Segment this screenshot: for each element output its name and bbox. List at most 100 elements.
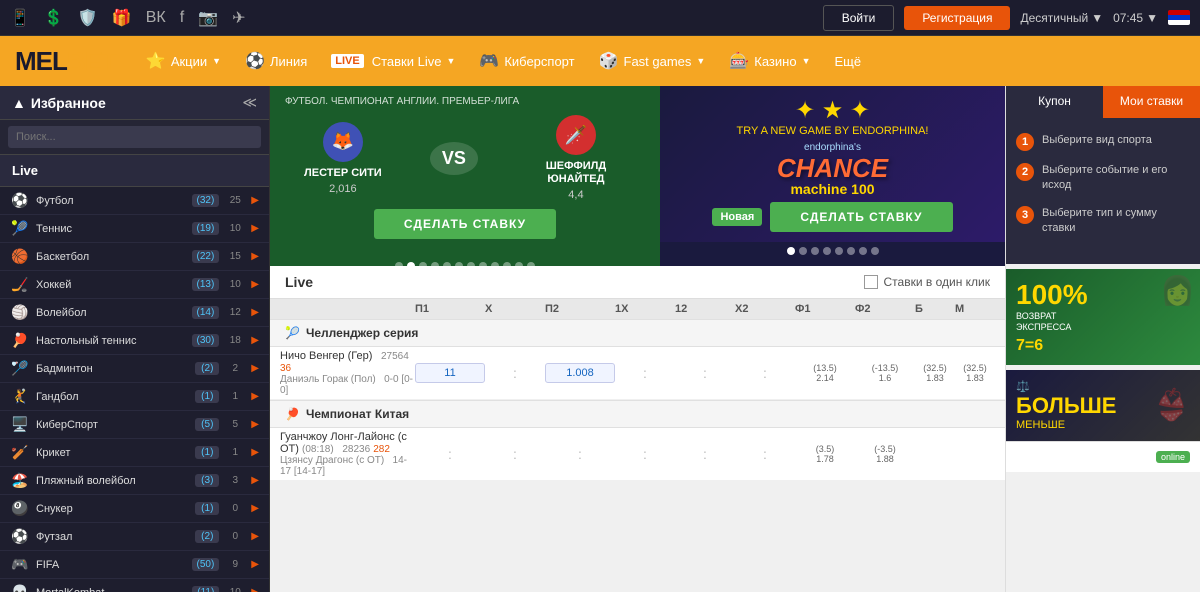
casino-dot-7[interactable] [859, 247, 867, 255]
nav-fastgames[interactable]: 🎲 Fast games ▼ [589, 45, 716, 77]
sidebar-title: ▲ Избранное [12, 95, 106, 111]
casino-dot-8[interactable] [871, 247, 879, 255]
dot-3[interactable] [419, 262, 427, 266]
sidebar-sport-item[interactable]: 🎾 Теннис (19) 10 ▶ [0, 215, 269, 243]
one-click-checkbox[interactable] [864, 275, 878, 289]
facebook-icon[interactable]: f [180, 9, 184, 27]
casino-brand: endorphina's [670, 142, 995, 153]
casino-bet-button[interactable]: СДЕЛАТЬ СТАВКУ [770, 202, 952, 232]
collapse-icon[interactable]: ≪ [242, 94, 257, 111]
telegram-icon[interactable]: ✈ [232, 8, 245, 28]
tab-my-bets[interactable]: Мои ставки [1103, 86, 1200, 118]
sidebar-sport-item[interactable]: 🤾 Гандбол (1) 1 ▶ [0, 383, 269, 411]
play-icon[interactable]: ▶ [251, 475, 259, 486]
casino-dot-6[interactable] [847, 247, 855, 255]
casino-dot-2[interactable] [799, 247, 807, 255]
sidebar-sport-item[interactable]: 🎱 Снукер (1) 0 ▶ [0, 495, 269, 523]
odd-m[interactable]: (32.5)1.83 [955, 363, 995, 383]
search-input[interactable] [8, 126, 261, 148]
sidebar-sport-item[interactable]: 🏐 Волейбол (14) 12 ▶ [0, 299, 269, 327]
login-button[interactable]: Войти [823, 5, 895, 31]
odd-f2[interactable]: (-13.5)1.6 [855, 363, 915, 383]
sidebar-sport-item[interactable]: 🏀 Баскетбол (22) 15 ▶ [0, 243, 269, 271]
play-icon[interactable]: ▶ [251, 531, 259, 542]
casino-dot-1[interactable] [787, 247, 795, 255]
promo-banner-express[interactable]: 100% ВОЗВРАТ ЭКСПРЕССА 7=6 👩 [1006, 269, 1200, 365]
dot-7[interactable] [467, 262, 475, 266]
play-icon[interactable]: ▶ [251, 391, 259, 402]
dot-8[interactable] [479, 262, 487, 266]
odd-p2[interactable]: 1.008 [545, 363, 615, 383]
play-icon[interactable]: ▶ [251, 251, 259, 262]
table-row: Ничо Венгер (Гер) 27564 36 Даниэль Горак… [270, 347, 1005, 400]
step-number-1: 1 [1016, 133, 1034, 151]
odd-p2-china: : [545, 446, 615, 462]
play-icon[interactable]: ▶ [251, 279, 259, 290]
sport-count: (2) [195, 530, 219, 543]
tab-coupon[interactable]: Купон [1006, 86, 1103, 118]
sidebar-sport-item[interactable]: 🏏 Крикет (1) 1 ▶ [0, 439, 269, 467]
dot-11[interactable] [515, 262, 523, 266]
sidebar-sport-item[interactable]: 🖥️ КиберСпорт (5) 5 ▶ [0, 411, 269, 439]
play-icon[interactable]: ▶ [251, 335, 259, 346]
dot-5[interactable] [443, 262, 451, 266]
dot-6[interactable] [455, 262, 463, 266]
play-icon[interactable]: ▶ [251, 363, 259, 374]
odd-f1-china[interactable]: (3.5)1.78 [795, 444, 855, 464]
play-icon[interactable]: ▶ [251, 503, 259, 514]
nav-more[interactable]: Ещё [824, 48, 871, 75]
promo-banner-more-less[interactable]: ⚖️ БОЛЬШЕ МЕНЬШЕ 👙 [1006, 370, 1200, 441]
one-click-toggle[interactable]: Ставки в один клик [864, 275, 991, 289]
play-icon[interactable]: ▶ [251, 307, 259, 318]
sport-count: (50) [192, 558, 220, 571]
nav-live[interactable]: LIVE Ставки Live ▼ [321, 48, 465, 75]
instagram-icon[interactable]: 📷 [198, 8, 218, 28]
vk-icon[interactable]: ВК [146, 9, 166, 27]
sidebar-sport-item[interactable]: 🏒 Хоккей (13) 10 ▶ [0, 271, 269, 299]
ask-question-bar[interactable]: ЗАДАТЬ ВОПРОС online [1006, 441, 1200, 472]
play-icon[interactable]: ▶ [251, 447, 259, 458]
dot-9[interactable] [491, 262, 499, 266]
sport-num: 25 [225, 195, 245, 206]
dollar-icon[interactable]: 💲 [44, 8, 64, 28]
casino-dot-5[interactable] [835, 247, 843, 255]
casino-dot-3[interactable] [811, 247, 819, 255]
odd-f1[interactable]: (13.5)2.14 [795, 363, 855, 383]
banner-bet-button[interactable]: СДЕЛАТЬ СТАВКУ [374, 209, 556, 239]
site-logo[interactable]: MELBET [15, 46, 116, 77]
odd-b[interactable]: (32.5)1.83 [915, 363, 955, 383]
online-badge: online [1156, 451, 1190, 463]
odd-1x-china: : [615, 446, 675, 462]
sidebar-sport-item[interactable]: 🏖️ Пляжный волейбол (3) 3 ▶ [0, 467, 269, 495]
mobile-icon[interactable]: 📱 [10, 8, 30, 28]
nav-esports[interactable]: 🎮 Киберспорт [469, 45, 584, 77]
nav-casino[interactable]: 🎰 Казино ▼ [719, 45, 820, 77]
play-icon[interactable]: ▶ [251, 223, 259, 234]
play-icon[interactable]: ▶ [251, 419, 259, 430]
odd-p1[interactable]: 11 [415, 363, 485, 383]
sidebar-sport-item[interactable]: ⚽ Футзал (2) 0 ▶ [0, 523, 269, 551]
dot-2[interactable] [407, 262, 415, 266]
play-icon[interactable]: ▶ [251, 195, 259, 206]
play-icon[interactable]: ▶ [251, 587, 259, 592]
nav-promotions[interactable]: ⭐ Акции ▼ [136, 45, 231, 77]
decimal-selector[interactable]: Десятичный ▼ [1020, 11, 1103, 25]
shield-icon[interactable]: 🛡️ [78, 8, 98, 28]
sidebar-sport-item[interactable]: 💀 MortalKombat (11) 10 ▶ [0, 579, 269, 592]
nav-line[interactable]: ⚽ Линия [235, 45, 317, 77]
time-display: 07:45 ▼ [1113, 11, 1158, 25]
sidebar-sport-item[interactable]: ⚽ Футбол (32) 25 ▶ [0, 187, 269, 215]
dot-10[interactable] [503, 262, 511, 266]
language-flag[interactable] [1168, 10, 1190, 25]
odd-f2-china[interactable]: (-3.5)1.88 [855, 444, 915, 464]
register-button[interactable]: Регистрация [904, 6, 1010, 30]
play-icon[interactable]: ▶ [251, 559, 259, 570]
sidebar-sport-item[interactable]: 🎮 FIFA (50) 9 ▶ [0, 551, 269, 579]
sidebar-sport-item[interactable]: 🏸 Бадминтон (2) 2 ▶ [0, 355, 269, 383]
gift-icon[interactable]: 🎁 [112, 8, 132, 28]
casino-dot-4[interactable] [823, 247, 831, 255]
sidebar-sport-item[interactable]: 🏓 Настольный теннис (30) 18 ▶ [0, 327, 269, 355]
dot-12[interactable] [527, 262, 535, 266]
dot-4[interactable] [431, 262, 439, 266]
dot-1[interactable] [395, 262, 403, 266]
